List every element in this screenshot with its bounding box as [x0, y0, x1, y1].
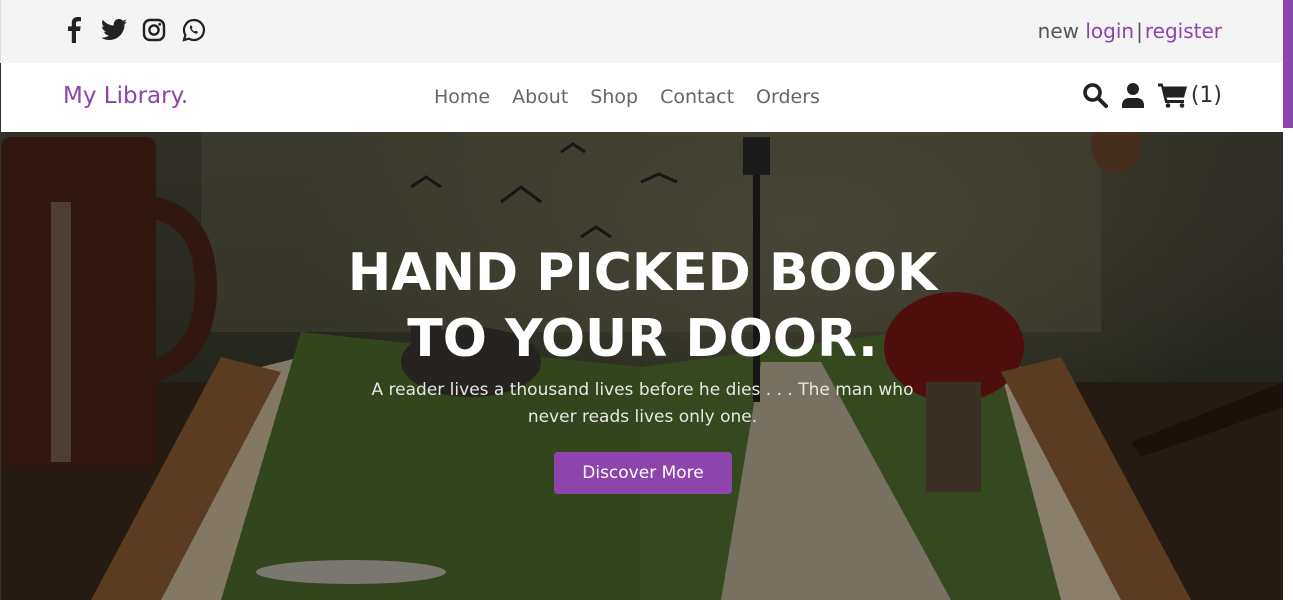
- whatsapp-icon[interactable]: [181, 16, 207, 44]
- auth-separator: |: [1136, 19, 1143, 43]
- scrollbar-thumb[interactable]: [1283, 0, 1293, 128]
- nav-icons: (1): [1082, 82, 1222, 108]
- auth-links: new login | register: [1038, 19, 1222, 43]
- top-bar: new login | register: [0, 0, 1283, 63]
- scrollbar-track[interactable]: [1283, 0, 1293, 600]
- register-link[interactable]: register: [1145, 19, 1222, 43]
- hero-subtitle: A reader lives a thousand lives before h…: [371, 380, 914, 427]
- nav-link-shop[interactable]: Shop: [590, 86, 638, 108]
- nav-links: Home About Shop Contact Orders: [434, 86, 820, 108]
- twitter-icon[interactable]: [101, 16, 127, 44]
- hero-title: HAND PICKED BOOK TO YOUR DOOR.: [1, 240, 1283, 372]
- discover-more-button[interactable]: Discover More: [554, 452, 732, 494]
- nav-link-home[interactable]: Home: [434, 86, 490, 108]
- facebook-icon[interactable]: [61, 16, 87, 44]
- hero-banner: HAND PICKED BOOK TO YOUR DOOR. A reader …: [0, 132, 1283, 600]
- hero-title-line1: HAND PICKED BOOK: [347, 243, 938, 303]
- instagram-icon[interactable]: [141, 16, 167, 44]
- cart-count: (1): [1190, 82, 1222, 108]
- user-icon[interactable]: [1121, 82, 1144, 108]
- nav-link-about[interactable]: About: [512, 86, 568, 108]
- login-link[interactable]: login: [1085, 19, 1134, 43]
- search-icon[interactable]: [1082, 82, 1108, 108]
- hero-title-line2: TO YOUR DOOR.: [407, 309, 878, 369]
- cart-icon[interactable]: (1): [1157, 82, 1222, 108]
- site-logo[interactable]: My Library.: [63, 83, 188, 109]
- nav-link-contact[interactable]: Contact: [660, 86, 734, 108]
- social-links: [61, 16, 207, 44]
- nav-link-orders[interactable]: Orders: [756, 86, 820, 108]
- main-navbar: My Library. Home About Shop Contact Orde…: [0, 63, 1283, 132]
- auth-prefix: new: [1037, 19, 1080, 43]
